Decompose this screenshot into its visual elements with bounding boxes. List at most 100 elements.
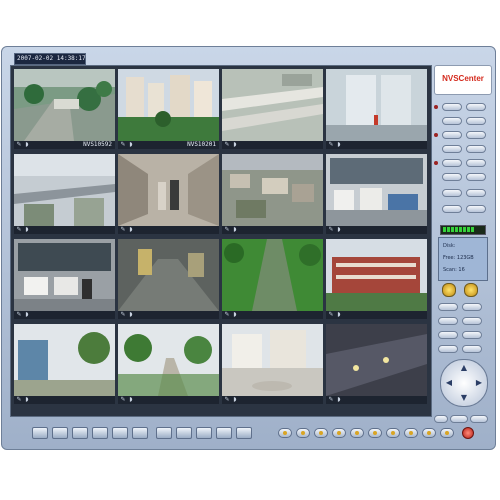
layout-button-2[interactable] bbox=[466, 103, 486, 111]
camera-tile-3[interactable]: ✎ ◗ bbox=[222, 69, 323, 149]
camera-tile-7[interactable]: ✎ ◗ bbox=[222, 154, 323, 234]
layout-button-3[interactable] bbox=[442, 117, 462, 125]
toolbar-button-7[interactable] bbox=[156, 427, 172, 439]
camera-tile-14[interactable]: ✎ ◗ bbox=[118, 324, 219, 404]
arrow-down-icon[interactable]: ▼ bbox=[459, 394, 469, 402]
snapshot-button[interactable] bbox=[296, 428, 310, 438]
record-icon[interactable]: ✎ bbox=[224, 397, 230, 403]
camera-tile-5[interactable]: ✎ ◗ bbox=[14, 154, 115, 234]
layout-button-10[interactable] bbox=[466, 159, 486, 167]
exit-button[interactable] bbox=[462, 427, 474, 439]
layout-button-9[interactable] bbox=[442, 159, 462, 167]
record-control-button[interactable] bbox=[278, 428, 292, 438]
ptz-button-4[interactable] bbox=[462, 317, 482, 325]
ptz-button-2[interactable] bbox=[462, 303, 482, 311]
talk-button[interactable] bbox=[350, 428, 364, 438]
ptz-button-8[interactable] bbox=[462, 345, 482, 353]
layout-button-7[interactable] bbox=[442, 145, 462, 153]
ptz-zoom-button[interactable] bbox=[434, 415, 448, 423]
camera-tile-15[interactable]: ✎ ◗ bbox=[222, 324, 323, 404]
record-icon[interactable]: ✎ bbox=[328, 227, 334, 233]
toolbar-button-6[interactable] bbox=[132, 427, 148, 439]
record-icon[interactable]: ✎ bbox=[16, 142, 22, 148]
record-icon[interactable]: ✎ bbox=[120, 142, 126, 148]
camera-tile-16[interactable]: ✎ ◗ bbox=[326, 324, 427, 404]
audio-icon[interactable]: ◗ bbox=[232, 312, 238, 318]
toolbar-button-10[interactable] bbox=[216, 427, 232, 439]
toolbar-button-1[interactable] bbox=[32, 427, 48, 439]
audio-icon[interactable]: ◗ bbox=[24, 142, 30, 148]
layout-button-13[interactable] bbox=[442, 189, 462, 197]
ptz-button-7[interactable] bbox=[438, 345, 458, 353]
camera-tile-1[interactable]: ✎ ◗ NVS10592 bbox=[14, 69, 115, 149]
audio-icon[interactable]: ◗ bbox=[128, 227, 134, 233]
record-icon[interactable]: ✎ bbox=[328, 397, 334, 403]
toolbar-button-5[interactable] bbox=[112, 427, 128, 439]
layout-button-14[interactable] bbox=[466, 189, 486, 197]
camera-tile-6[interactable]: ✎ ◗ bbox=[118, 154, 219, 234]
record-icon[interactable]: ✎ bbox=[224, 227, 230, 233]
layout-button-6[interactable] bbox=[466, 131, 486, 139]
camera-tile-13[interactable]: ✎ ◗ bbox=[14, 324, 115, 404]
layout-button-16[interactable] bbox=[466, 205, 486, 213]
toolbar-button-4[interactable] bbox=[92, 427, 108, 439]
audio-icon[interactable]: ◗ bbox=[336, 397, 342, 403]
ptz-focus-button[interactable] bbox=[450, 415, 468, 423]
audio-icon[interactable]: ◗ bbox=[232, 142, 238, 148]
camera-tile-8[interactable]: ✎ ◗ bbox=[326, 154, 427, 234]
layout-button-12[interactable] bbox=[466, 173, 486, 181]
record-icon[interactable]: ✎ bbox=[224, 142, 230, 148]
toolbar-button-3[interactable] bbox=[72, 427, 88, 439]
record-icon[interactable]: ✎ bbox=[16, 397, 22, 403]
audio-icon[interactable]: ◗ bbox=[336, 312, 342, 318]
record-icon[interactable]: ✎ bbox=[328, 142, 334, 148]
brightness-knob[interactable] bbox=[464, 283, 478, 297]
camera-tile-10[interactable]: ✎ ◗ bbox=[118, 239, 219, 319]
record-icon[interactable]: ✎ bbox=[120, 227, 126, 233]
ptz-button-1[interactable] bbox=[438, 303, 458, 311]
audio-icon[interactable]: ◗ bbox=[232, 227, 238, 233]
toolbar-button-11[interactable] bbox=[236, 427, 252, 439]
arrow-left-icon[interactable]: ◀ bbox=[444, 379, 454, 387]
ptz-button-5[interactable] bbox=[438, 331, 458, 339]
audio-icon[interactable]: ◗ bbox=[128, 142, 134, 148]
playback-button[interactable] bbox=[314, 428, 328, 438]
camera-tile-4[interactable]: ✎ ◗ bbox=[326, 69, 427, 149]
layout-button-1[interactable] bbox=[442, 103, 462, 111]
ptz-button-6[interactable] bbox=[462, 331, 482, 339]
arrow-right-icon[interactable]: ▶ bbox=[474, 379, 484, 387]
record-icon[interactable]: ✎ bbox=[328, 312, 334, 318]
minimize-button[interactable] bbox=[440, 428, 454, 438]
layout-button-5[interactable] bbox=[442, 131, 462, 139]
camera-tile-11[interactable]: ✎ ◗ bbox=[222, 239, 323, 319]
camera-tile-2[interactable]: ✎ ◗ NVS10201 bbox=[118, 69, 219, 149]
record-icon[interactable]: ✎ bbox=[120, 397, 126, 403]
audio-icon[interactable]: ◗ bbox=[128, 397, 134, 403]
layout-button-4[interactable] bbox=[466, 117, 486, 125]
record-icon[interactable]: ✎ bbox=[120, 312, 126, 318]
camera-tile-12[interactable]: ✎ ◗ bbox=[326, 239, 427, 319]
audio-icon[interactable]: ◗ bbox=[24, 397, 30, 403]
volume-knob[interactable] bbox=[442, 283, 456, 297]
config-button[interactable] bbox=[368, 428, 382, 438]
audio-icon[interactable]: ◗ bbox=[24, 227, 30, 233]
record-icon[interactable]: ✎ bbox=[16, 312, 22, 318]
log-button[interactable] bbox=[386, 428, 400, 438]
audio-button[interactable] bbox=[332, 428, 346, 438]
record-icon[interactable]: ✎ bbox=[16, 227, 22, 233]
record-icon[interactable]: ✎ bbox=[224, 312, 230, 318]
toolbar-button-9[interactable] bbox=[196, 427, 212, 439]
lock-button[interactable] bbox=[404, 428, 418, 438]
toolbar-button-2[interactable] bbox=[52, 427, 68, 439]
ptz-iris-button[interactable] bbox=[470, 415, 488, 423]
audio-icon[interactable]: ◗ bbox=[24, 312, 30, 318]
toolbar-button-8[interactable] bbox=[176, 427, 192, 439]
layout-button-11[interactable] bbox=[442, 173, 462, 181]
audio-icon[interactable]: ◗ bbox=[128, 312, 134, 318]
camera-tile-9[interactable]: ✎ ◗ bbox=[14, 239, 115, 319]
help-button[interactable] bbox=[422, 428, 436, 438]
ptz-button-3[interactable] bbox=[438, 317, 458, 325]
arrow-up-icon[interactable]: ▲ bbox=[459, 364, 469, 372]
ptz-direction-pad[interactable]: ▲ ▼ ◀ ▶ bbox=[440, 359, 488, 407]
layout-button-8[interactable] bbox=[466, 145, 486, 153]
